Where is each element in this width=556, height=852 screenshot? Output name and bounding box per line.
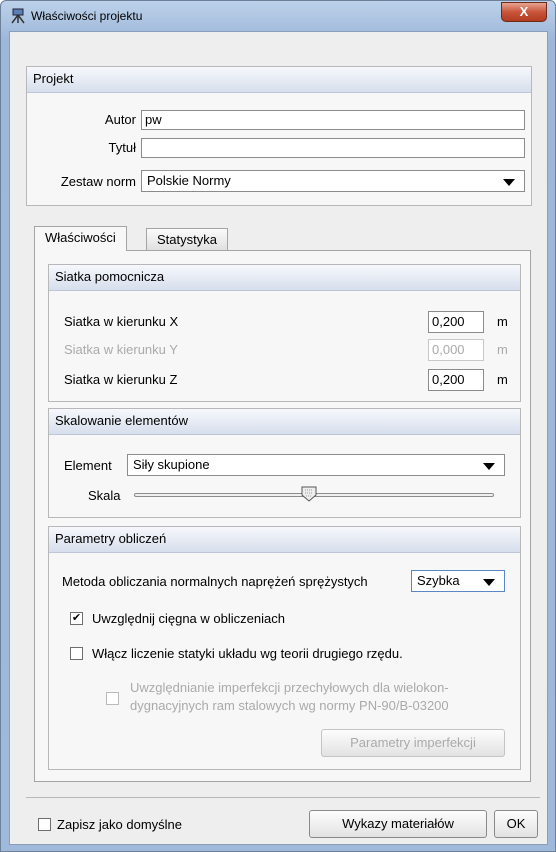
close-button[interactable]: X [501, 2, 547, 22]
author-field[interactable]: pw [141, 110, 525, 130]
chevron-down-icon [483, 463, 495, 470]
norms-select[interactable]: Polskie Normy [141, 170, 525, 192]
tendons-label: Uwzględnij cięgna w obliczeniach [92, 611, 285, 626]
ok-button[interactable]: OK [494, 810, 538, 838]
project-panel-header: Projekt [27, 67, 531, 93]
footer-divider [26, 797, 540, 798]
grid-z-input[interactable]: 0,200 [428, 369, 484, 391]
imperfection-label-line1: Uwzględnianie imperfekcji przechyłowych … [130, 680, 449, 695]
title-field[interactable] [141, 138, 525, 158]
tab-properties[interactable]: Właściwości [34, 226, 127, 251]
norms-select-value: Polskie Normy [147, 173, 231, 188]
imperfection-label-line2: dygnacyjnych ram stalowych wg normy PN-9… [130, 698, 449, 713]
tab-statistics[interactable]: Statystyka [146, 228, 228, 250]
save-default-label: Zapisz jako domyślne [57, 817, 182, 832]
app-icon [11, 8, 25, 24]
scale-slider-thumb[interactable] [301, 486, 317, 502]
grid-z-unit: m [497, 372, 508, 387]
grid-z-label: Siatka w kierunku Z [64, 372, 178, 387]
save-default-checkbox[interactable] [38, 818, 51, 831]
method-label: Metoda obliczania normalnych naprężeń sp… [62, 574, 368, 589]
grid-x-unit: m [497, 314, 508, 329]
grid-x-label: Siatka w kierunku X [64, 314, 179, 329]
chevron-down-icon [483, 579, 495, 586]
method-select[interactable]: Szybka [411, 570, 505, 592]
grid-x-input[interactable]: 0,200 [428, 311, 484, 333]
title-label: Tytuł [108, 140, 136, 155]
author-label: Autor [104, 112, 136, 127]
imperfection-params-button[interactable]: Parametry imperfekcji [321, 729, 505, 757]
method-select-value: Szybka [417, 573, 460, 588]
params-panel-header: Parametry obliczeń [49, 527, 520, 553]
norms-label: Zestaw norm [60, 174, 136, 189]
grid-y-input[interactable]: 0,000 [428, 339, 484, 361]
tendons-checkbox[interactable]: ✔ [70, 612, 83, 625]
second-order-label: Włącz liczenie statyki układu wg teorii … [92, 646, 403, 661]
grid-y-unit: m [497, 342, 508, 357]
element-select[interactable]: Siły skupione [127, 454, 505, 476]
element-label: Element [64, 458, 112, 473]
scale-label: Skala [88, 488, 121, 503]
check-icon: ✔ [71, 612, 82, 624]
materials-button[interactable]: Wykazy materiałów [309, 810, 487, 838]
chevron-down-icon [503, 179, 515, 186]
grid-y-label: Siatka w kierunku Y [64, 342, 178, 357]
scaling-panel-header: Skalowanie elementów [49, 409, 520, 435]
window-title: Właściwości projektu [31, 9, 143, 23]
title-bar[interactable]: Właściwości projektu X [1, 1, 555, 31]
imperfection-checkbox[interactable] [106, 692, 119, 705]
element-select-value: Siły skupione [133, 457, 210, 472]
second-order-checkbox[interactable] [70, 647, 83, 660]
grid-panel-header: Siatka pomocnicza [49, 265, 520, 291]
